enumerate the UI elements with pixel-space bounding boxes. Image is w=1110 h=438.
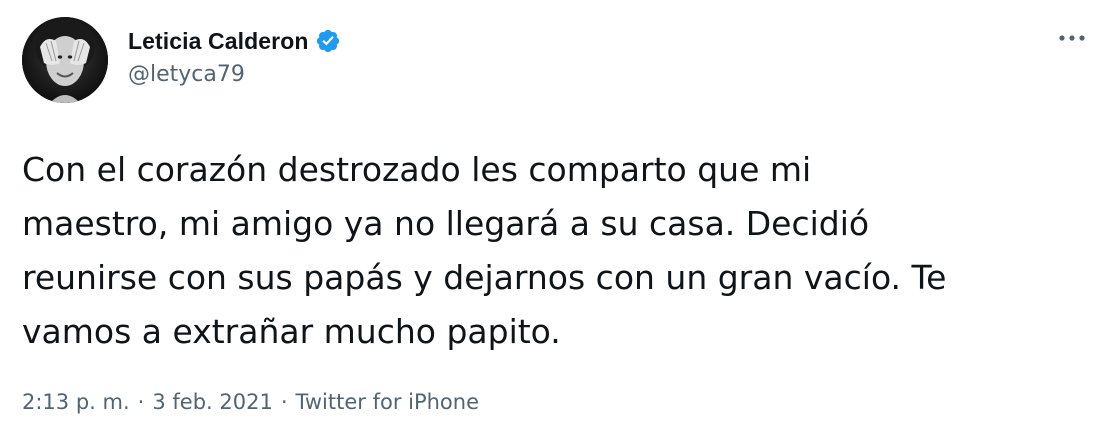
meta-separator: · xyxy=(137,390,145,414)
avatar[interactable] xyxy=(22,17,108,103)
name-row: Leticia Calderon xyxy=(128,24,341,58)
more-options-icon[interactable] xyxy=(1056,28,1088,48)
verified-badge-icon xyxy=(315,28,341,54)
tweet-time-link[interactable]: 2:13 p. m. xyxy=(22,390,130,414)
tweet-source-link[interactable]: Twitter for iPhone xyxy=(296,390,480,414)
tweet-meta: 2:13 p. m. · 3 feb. 2021 · Twitter for i… xyxy=(22,390,479,414)
display-name[interactable]: Leticia Calderon xyxy=(128,28,309,55)
tweet-text: Con el corazón destrozado les comparto q… xyxy=(22,150,947,351)
meta-separator: · xyxy=(280,390,288,414)
tweet-date-link[interactable]: 3 feb. 2021 xyxy=(152,390,272,414)
tweet-card: Leticia Calderon @letyca79 Con el corazó… xyxy=(0,0,1110,438)
author-block: Leticia Calderon @letyca79 xyxy=(128,24,341,87)
user-handle[interactable]: @letyca79 xyxy=(128,62,341,87)
avatar-photo xyxy=(22,17,108,103)
